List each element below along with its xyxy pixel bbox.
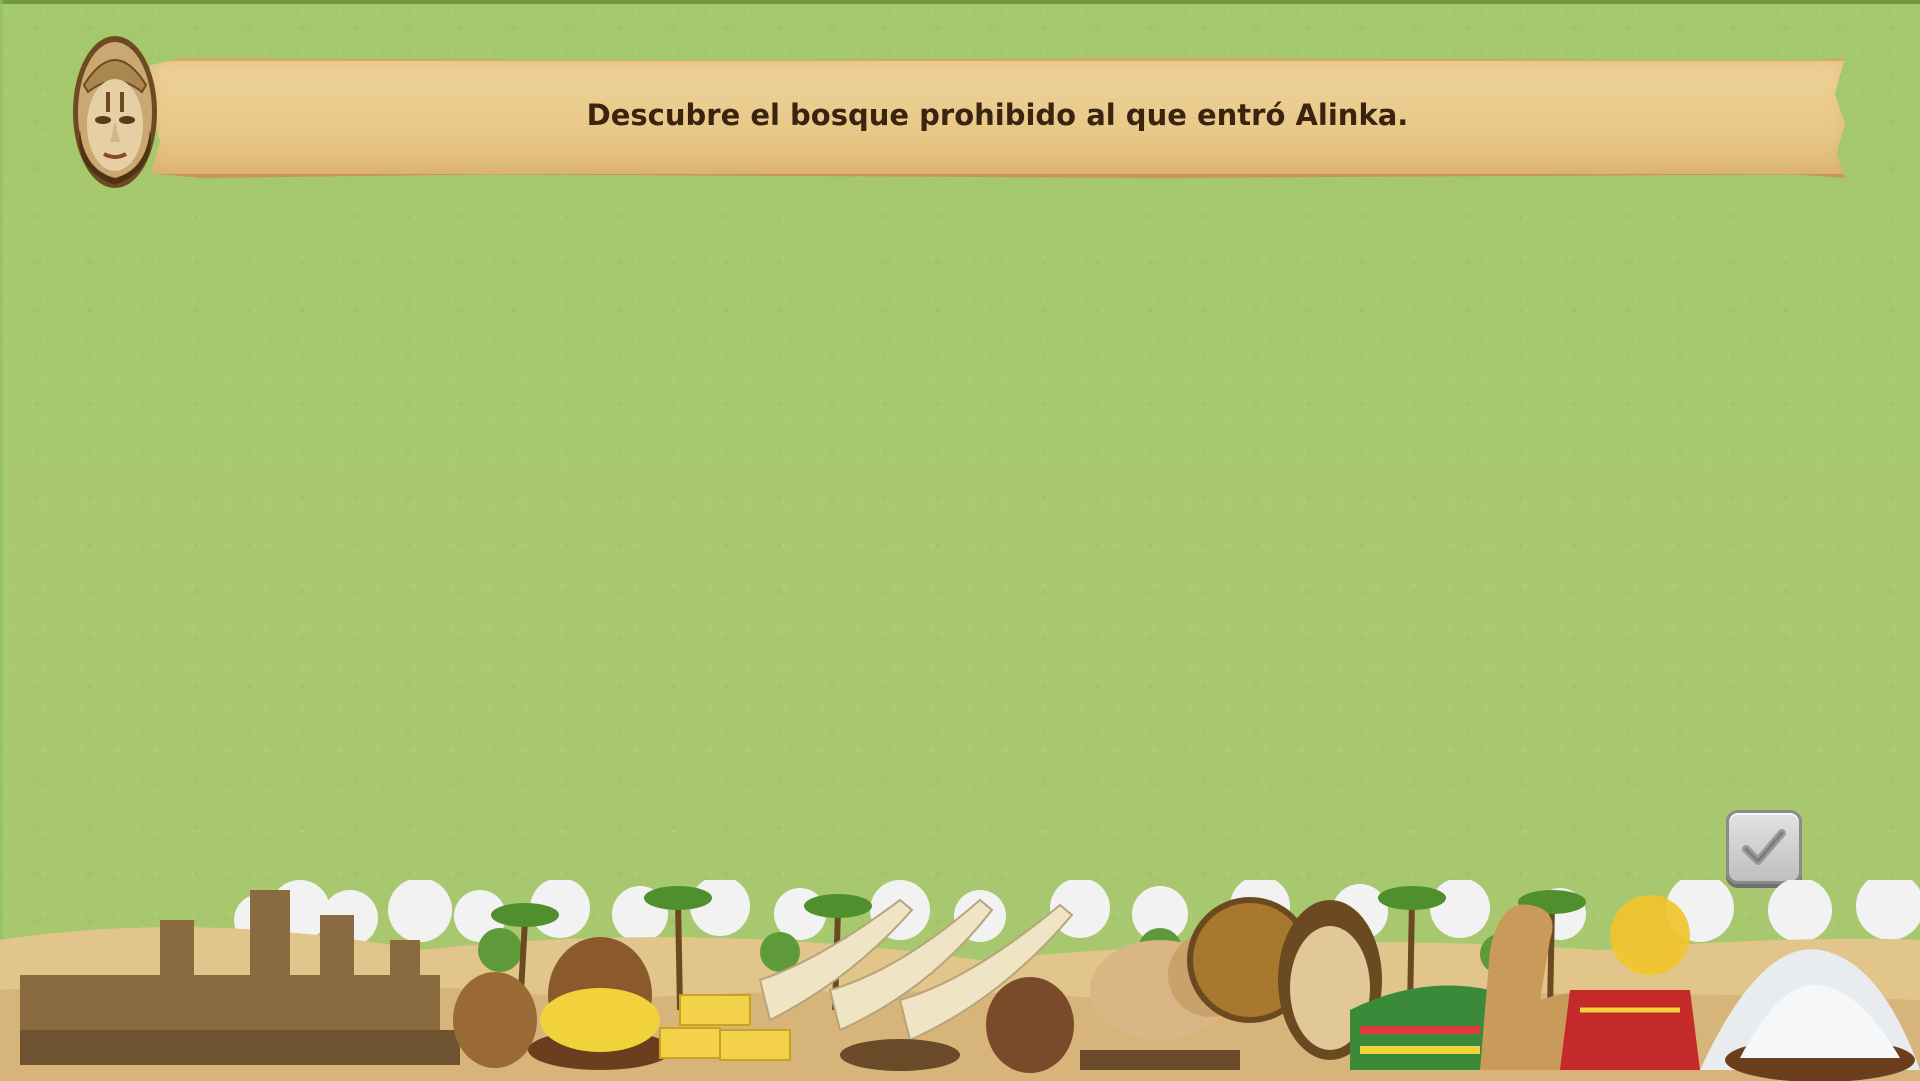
tribal-mask-icon [73,36,157,188]
confirm-button[interactable] [1726,810,1802,884]
checkmark-icon [1742,829,1786,865]
instruction-text: Descubre el bosque prohibido al que entr… [586,97,1409,132]
top-border [0,0,1920,4]
market-scenery [0,880,1920,1081]
